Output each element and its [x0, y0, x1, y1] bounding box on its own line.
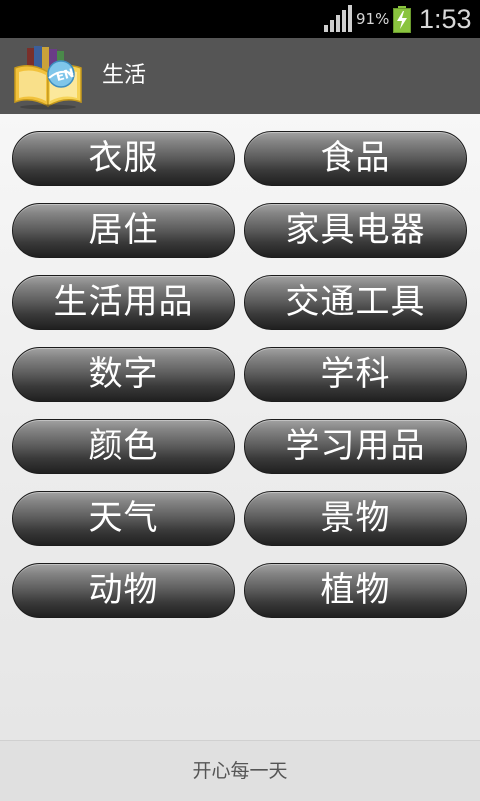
battery-percent: 91%	[356, 10, 390, 28]
signal-icon	[324, 5, 352, 32]
book-en-logo-icon[interactable]: EN	[13, 44, 83, 110]
category-button-weather[interactable]: 天气	[12, 491, 235, 546]
category-button-clothes[interactable]: 衣服	[12, 131, 235, 186]
category-button-numbers[interactable]: 数字	[12, 347, 235, 402]
category-content: 衣服 食品 居住 家具电器 生活用品 交通工具 数字 学科 颜色 学习用品 天气…	[0, 114, 480, 740]
footer: 开心每一天	[0, 740, 480, 801]
battery-charging-icon	[393, 6, 411, 33]
category-button-transport[interactable]: 交通工具	[244, 275, 467, 330]
category-button-colors[interactable]: 颜色	[12, 419, 235, 474]
category-button-food[interactable]: 食品	[244, 131, 467, 186]
category-button-animals[interactable]: 动物	[12, 563, 235, 618]
status-bar: 91% 1:53	[0, 0, 480, 38]
category-button-scenery[interactable]: 景物	[244, 491, 467, 546]
category-button-furniture-appliances[interactable]: 家具电器	[244, 203, 467, 258]
status-clock: 1:53	[419, 4, 472, 34]
category-button-subjects[interactable]: 学科	[244, 347, 467, 402]
app-header: EN 生活	[0, 38, 480, 115]
category-button-plants[interactable]: 植物	[244, 563, 467, 618]
category-button-daily-goods[interactable]: 生活用品	[12, 275, 235, 330]
footer-text: 开心每一天	[192, 760, 288, 782]
category-button-housing[interactable]: 居住	[12, 203, 235, 258]
page-title: 生活	[102, 63, 147, 88]
category-button-school-supplies[interactable]: 学习用品	[244, 419, 467, 474]
